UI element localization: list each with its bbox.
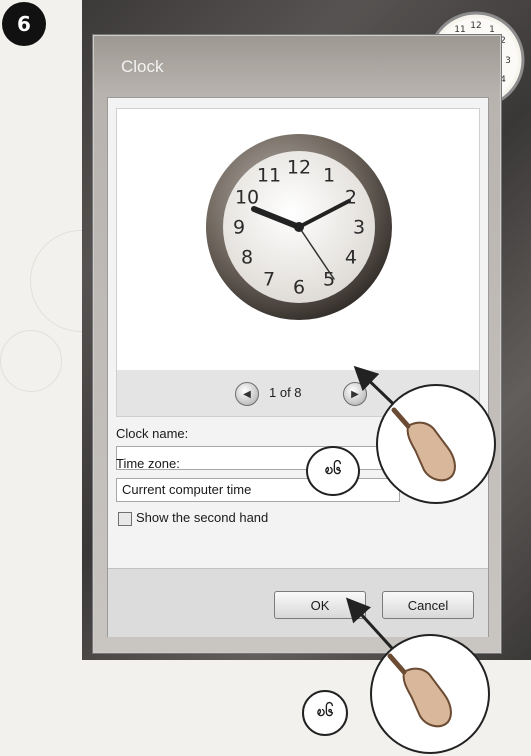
pointing-hand-icon bbox=[391, 407, 456, 482]
annotation-bubble-upper: ၿ၆ bbox=[306, 446, 360, 496]
annotation-bubble-lower: ၿ၆ bbox=[302, 690, 348, 736]
zoom-callout-next bbox=[376, 384, 496, 504]
zoom-callout-ok bbox=[370, 634, 490, 754]
pointing-hand-icon bbox=[387, 653, 452, 728]
